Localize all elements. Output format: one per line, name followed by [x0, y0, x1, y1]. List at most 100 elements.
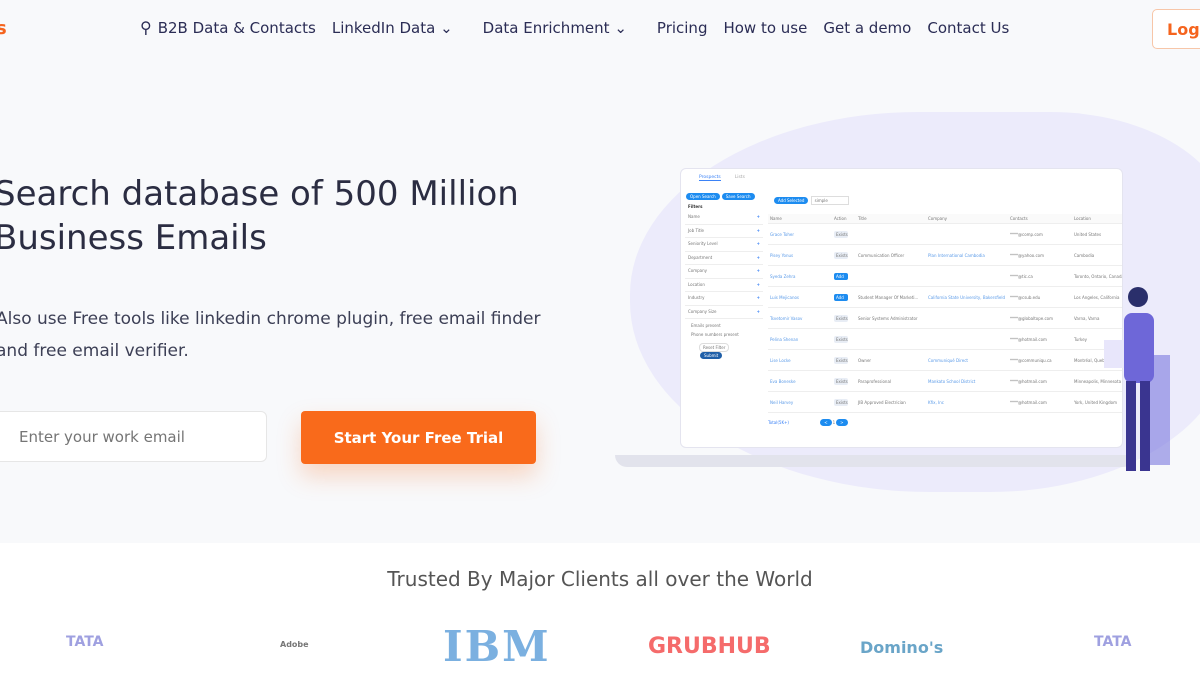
grubhub-logo: GRUBHUB	[648, 634, 771, 659]
table-cell: Exists	[834, 398, 848, 406]
table-row: Eva Boneske Exists Paraprofessional Mankato…	[768, 371, 1122, 392]
table-cell: Exists	[834, 230, 848, 238]
table-row: Grace Toher Exists ****@comp.com United Sta…	[768, 224, 1122, 245]
table-row: Luis Mejicanos Add Student Manager Of Mark…	[768, 287, 1122, 308]
column-header: Name	[770, 216, 782, 221]
table-cell: ****@comp.com	[1010, 231, 1043, 237]
nav-b2b-data[interactable]: B2B Data & Contacts	[158, 19, 316, 37]
table-cell: ****@csub.edu	[1010, 294, 1041, 300]
table-cell: Exists	[834, 356, 848, 364]
table-cell: Toronto, Ontario, Canada	[1074, 273, 1123, 279]
emails-present-check: Emails present	[691, 323, 721, 328]
table-cell: Mankato School District	[928, 378, 976, 384]
table-cell: Exists	[834, 251, 848, 259]
table-row: Tsvetomir Vasov Exists Senior Systems Admi…	[768, 308, 1122, 329]
table-cell: ****@hotmail.com	[1010, 336, 1047, 342]
reset-filter-button: Reset Filter	[699, 343, 730, 352]
table-row: Pisey Yonus Exists Communication Officer Pl…	[768, 245, 1122, 266]
table-cell: Owner	[858, 357, 872, 363]
open-search-button: Open Search	[686, 193, 720, 200]
filter-item: Name +	[685, 211, 763, 225]
nav-contact-us[interactable]: Contact Us	[927, 19, 1009, 37]
table-cell: United States	[1074, 231, 1102, 237]
tata-logo: TATA	[66, 634, 104, 650]
filters-title: Filters	[688, 204, 703, 209]
table-cell: ****@hotmail.com	[1010, 399, 1047, 405]
nav-pricing[interactable]: Pricing	[657, 19, 708, 37]
plus-icon: +	[756, 227, 760, 233]
table-row: Syeda Zehra Add ****@tic.ca Toronto, Ontari…	[768, 266, 1123, 287]
nav-label: LinkedIn Data	[331, 18, 436, 37]
plus-icon: +	[756, 308, 760, 314]
client-logos: TATA Adobe IBM GRUBHUB Domino's TATA	[0, 622, 1200, 672]
total-count: Total(5K+)	[768, 420, 789, 425]
table-cell: Communication Officer	[858, 252, 905, 258]
table-cell: ****@communiqu.ca	[1010, 357, 1052, 363]
laptop-base	[615, 455, 1135, 467]
table-cell: Exists	[834, 335, 848, 343]
filter-item: Industry +	[685, 292, 763, 306]
nav-how-to-use[interactable]: How to use	[723, 19, 807, 37]
table-cell: Pisey Yonus	[770, 252, 794, 258]
table-cell: Eva Boneske	[770, 378, 796, 384]
save-search-button: Save Search	[721, 193, 755, 200]
column-header: Action	[834, 216, 847, 221]
plus-icon: +	[756, 241, 760, 246]
table-cell: JIB Approved Electrician	[858, 399, 906, 405]
person-illustration	[1104, 287, 1170, 471]
table-cell: Student Manager Of Marketi...	[858, 294, 919, 300]
filters-panel: Open Search Save Search Filters Name + Job …	[685, 191, 763, 447]
search-icon: ⚲	[140, 18, 152, 37]
table-row: Pelina Shenan Exists ****@hotmail.com Turke…	[768, 329, 1122, 350]
prev-page-icon: <	[820, 419, 832, 426]
phones-present-check: Phone numbers present	[691, 332, 739, 337]
submit-button: Submit	[700, 352, 723, 359]
nav-label: Data Enrichment	[482, 18, 610, 37]
table-cell: Add	[834, 293, 848, 301]
ibm-logo: IBM	[443, 622, 551, 671]
work-email-input[interactable]	[0, 411, 267, 462]
table-cell: ****@yahoo.com	[1010, 252, 1044, 258]
table-cell: Exists	[834, 377, 848, 385]
table-cell: Luis Mejicanos	[770, 294, 800, 300]
filter-item: Company Size +	[685, 306, 763, 319]
filter-item: Company +	[685, 265, 763, 279]
page-number: 1	[832, 420, 836, 425]
nav-data-enrichment[interactable]: Data Enrichment ⌄	[483, 19, 627, 37]
table-cell: Exists	[834, 314, 848, 322]
table-cell: ****@hotmail.com	[1010, 378, 1047, 384]
nav-get-demo[interactable]: Get a demo	[823, 19, 911, 37]
column-header: Location	[1074, 216, 1091, 221]
login-button[interactable]: Login	[1152, 9, 1200, 49]
table-cell: Lise Locke	[770, 357, 791, 363]
table-row: Neil Harvey Exists JIB Approved Electricia…	[768, 392, 1122, 413]
table-cell: Senior Systems Administrator	[858, 315, 918, 321]
table-cell: ****@tic.ca	[1010, 273, 1033, 279]
table-cell: Grace Toher	[770, 231, 794, 237]
table-cell: Tsvetomir Vasov	[770, 315, 803, 321]
trusted-title: Trusted By Major Clients all over the Wo…	[387, 567, 813, 591]
tata-logo: TATA	[1094, 634, 1132, 650]
plus-icon: +	[756, 254, 760, 260]
table-cell: ****@globaltope.com	[1010, 315, 1054, 321]
add-selected-button: Add Selected	[774, 197, 809, 204]
list-select: simple	[810, 196, 849, 205]
plus-icon: +	[756, 295, 760, 300]
filter-item: Seniority Level +	[685, 238, 763, 252]
plus-icon: +	[756, 214, 760, 219]
table-cell: Pelina Shenan	[770, 336, 799, 342]
nav-linkedin-data[interactable]: LinkedIn Data ⌄	[332, 19, 453, 37]
filter-item: Department +	[685, 252, 763, 265]
filter-item: Job Title +	[685, 225, 763, 238]
start-free-trial-button[interactable]: Start Your Free Trial	[301, 411, 536, 464]
logo[interactable]: s	[0, 18, 7, 39]
plus-icon: +	[756, 268, 760, 273]
dashboard-mockup: Prospects Lists Open Search Save Search Fi…	[680, 168, 1123, 448]
plus-icon: +	[756, 281, 760, 287]
tab-lists: Lists	[734, 175, 745, 180]
table-cell: Communiqué Direct	[928, 357, 968, 363]
tab-prospects: Prospects	[699, 175, 721, 181]
main-nav: ⚲ B2B Data & Contacts LinkedIn Data ⌄ Da…	[140, 18, 1009, 37]
table-cell: Cambodia	[1074, 252, 1095, 258]
filter-item: Location +	[685, 279, 763, 292]
